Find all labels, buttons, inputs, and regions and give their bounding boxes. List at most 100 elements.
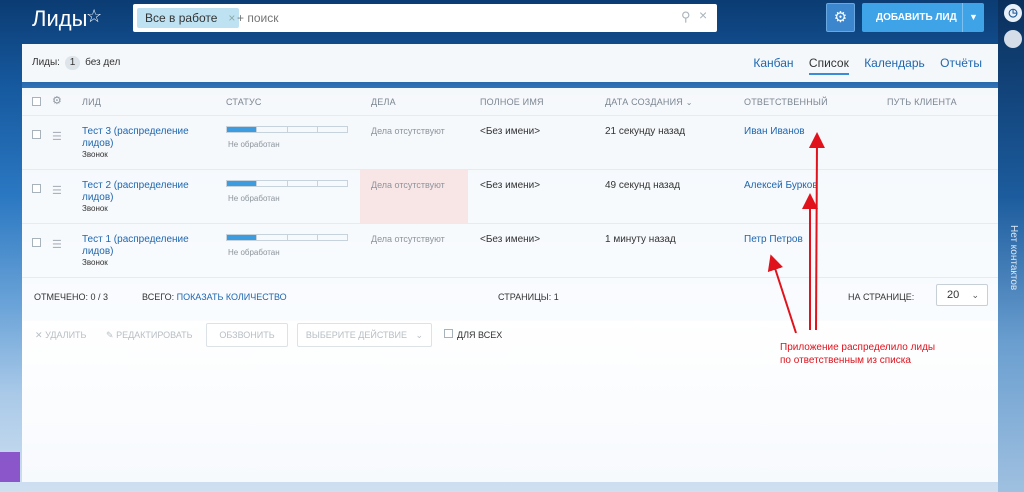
left-edge-widget[interactable] — [0, 452, 20, 482]
cases-text: Дела отсутствуют — [371, 180, 445, 190]
status-progress[interactable] — [226, 180, 348, 187]
cases-cell: Дела отсутствуют — [360, 170, 468, 224]
chevron-down-icon: ⌄ — [971, 290, 979, 300]
cases-cell: Дела отсутствуют — [360, 116, 468, 170]
cases-cell: Дела отсутствуют — [360, 224, 468, 278]
search-input[interactable] — [237, 8, 657, 28]
table-row[interactable]: ☰ Тест 1 (распределение лидов) Звонок Не… — [22, 224, 998, 278]
table-footer: ОТМЕЧЕНО: 0 / 3 ВСЕГО: ПОКАЗАТЬ КОЛИЧЕСТ… — [22, 278, 998, 314]
select-all-checkbox[interactable] — [32, 97, 41, 106]
sort-chevron-icon: ⌄ — [685, 98, 693, 107]
filter-chip[interactable]: Все в работе × — [137, 8, 240, 28]
responsible-link[interactable]: Петр Петров — [744, 234, 803, 245]
show-count-link[interactable]: ПОКАЗАТЬ КОЛИЧЕСТВО — [177, 292, 287, 302]
column-header-status[interactable]: СТАТУС — [226, 97, 262, 107]
for-all-checkbox[interactable] — [444, 329, 453, 338]
delete-label: УДАЛИТЬ — [45, 330, 87, 340]
status-label: Не обработан — [228, 248, 280, 257]
total-count: ВСЕГО: ПОКАЗАТЬ КОЛИЧЕСТВО — [142, 292, 287, 302]
column-header-created[interactable]: ДАТА СОЗДАНИЯ ⌄ — [605, 97, 693, 107]
chat-icon[interactable]: ◷ — [1004, 4, 1022, 22]
status-progress[interactable] — [226, 126, 348, 133]
column-header-cases[interactable]: ДЕЛА — [371, 97, 396, 107]
filter-chip-label: Все в работе — [145, 11, 218, 25]
created-date: 1 минуту назад — [605, 234, 676, 245]
annotation-text: Приложение распределило лиды по ответств… — [780, 341, 980, 367]
lead-name-link[interactable]: Тест 3 (распределение лидов) — [82, 126, 202, 150]
total-label: ВСЕГО: — [142, 292, 175, 302]
search-icon[interactable]: ⚲ — [681, 9, 691, 25]
no-contacts-label: Нет контактов — [1008, 225, 1019, 291]
row-checkbox[interactable] — [32, 238, 41, 247]
table-header: ⚙ ЛИД СТАТУС ДЕЛА ПОЛНОЕ ИМЯ ДАТА СОЗДАН… — [22, 88, 998, 116]
lead-name-link[interactable]: Тест 2 (распределение лидов) — [82, 180, 202, 204]
edit-label: РЕДАКТИРОВАТЬ — [116, 330, 193, 340]
column-header-created-label: ДАТА СОЗДАНИЯ — [605, 97, 684, 107]
column-header-fullname[interactable]: ПОЛНОЕ ИМЯ — [480, 97, 544, 107]
full-name: <Без имени> — [480, 180, 541, 191]
leads-count-label: Лиды: — [32, 57, 60, 68]
annotation-line-2: по ответственным из списка — [780, 355, 911, 366]
row-menu-icon[interactable]: ☰ — [52, 130, 62, 143]
add-lead-dropdown-button[interactable]: ▼ — [962, 3, 984, 32]
leads-summary: Лиды: 1 без дел — [32, 56, 120, 70]
call-button[interactable]: ОБЗВОНИТЬ — [206, 323, 288, 347]
per-page-value: 20 — [947, 289, 960, 301]
remove-filter-icon[interactable]: × — [228, 8, 235, 28]
row-menu-icon[interactable]: ☰ — [52, 184, 62, 197]
table-row[interactable]: ☰ Тест 3 (распределение лидов) Звонок Не… — [22, 116, 998, 170]
select-action-dropdown[interactable]: ВЫБЕРИТЕ ДЕЙСТВИЕ ⌄ — [297, 323, 432, 347]
close-icon: ✕ — [35, 330, 43, 340]
status-label: Не обработан — [228, 140, 280, 149]
tab-calendar[interactable]: Календарь — [864, 56, 925, 70]
right-side-panel: ◷ Нет контактов — [998, 0, 1024, 492]
responsible-link[interactable]: Алексей Бурков — [744, 180, 818, 191]
lead-name-link[interactable]: Тест 1 (распределение лидов) — [82, 234, 202, 258]
column-header-client-path[interactable]: ПУТЬ КЛИЕНТА — [887, 97, 957, 107]
clear-search-icon[interactable]: × — [699, 7, 707, 23]
select-action-label: ВЫБЕРИТЕ ДЕЙСТВИЕ — [305, 330, 408, 340]
annotation-line-1: Приложение распределило лиды — [780, 342, 936, 353]
pages-label: СТРАНИЦЫ: 1 — [498, 292, 559, 302]
status-label: Не обработан — [228, 194, 280, 203]
pencil-icon: ✎ — [106, 330, 114, 340]
delete-button[interactable]: ✕ УДАЛИТЬ — [35, 330, 86, 341]
search-bar[interactable]: Все в работе × ⚲ × — [133, 4, 717, 32]
row-checkbox[interactable] — [32, 184, 41, 193]
lead-source: Звонок — [82, 258, 108, 267]
edit-button[interactable]: ✎ РЕДАКТИРОВАТЬ — [106, 330, 193, 341]
column-header-lead[interactable]: ЛИД — [82, 97, 101, 107]
tab-kanban[interactable]: Канбан — [753, 56, 793, 70]
status-progress[interactable] — [226, 234, 348, 241]
for-all-label: ДЛЯ ВСЕХ — [457, 330, 503, 340]
row-menu-icon[interactable]: ☰ — [52, 238, 62, 251]
column-header-responsible[interactable]: ОТВЕТСТВЕННЫЙ — [744, 97, 828, 107]
star-icon[interactable]: ☆ — [86, 6, 102, 27]
responsible-link[interactable]: Иван Иванов — [744, 126, 805, 137]
caret-down-icon: ▼ — [969, 12, 978, 22]
cases-text: Дела отсутствуют — [371, 126, 445, 136]
table-row[interactable]: ☰ Тест 2 (распределение лидов) Звонок Не… — [22, 170, 998, 224]
tab-list[interactable]: Список — [808, 56, 849, 75]
lead-source: Звонок — [82, 204, 108, 213]
full-name: <Без имени> — [480, 234, 541, 245]
created-date: 49 секунд назад — [605, 180, 681, 191]
cases-text: Дела отсутствуют — [371, 234, 445, 244]
gear-icon: ⚙ — [833, 9, 848, 26]
lead-source: Звонок — [82, 150, 108, 159]
leads-toolbar: Лиды: 1 без дел Канбан Список Календарь … — [22, 44, 998, 82]
per-page-select[interactable]: 20 ⌄ — [936, 284, 988, 306]
tab-reports[interactable]: Отчёты — [940, 56, 982, 70]
avatar-placeholder[interactable] — [1004, 30, 1022, 48]
created-date: 21 секунду назад — [605, 126, 686, 137]
per-page-label: НА СТРАНИЦЕ: — [848, 292, 915, 302]
row-checkbox[interactable] — [32, 130, 41, 139]
chevron-down-icon: ⌄ — [415, 330, 424, 340]
settings-button[interactable]: ⚙ — [826, 3, 855, 32]
leads-count-suffix: без дел — [85, 57, 121, 68]
column-settings-icon[interactable]: ⚙ — [52, 94, 62, 107]
full-name: <Без имени> — [480, 126, 541, 137]
selected-count: ОТМЕЧЕНО: 0 / 3 — [34, 292, 109, 302]
leads-count-badge[interactable]: 1 — [64, 56, 81, 70]
leads-panel: Лиды: 1 без дел Канбан Список Календарь … — [22, 44, 998, 482]
